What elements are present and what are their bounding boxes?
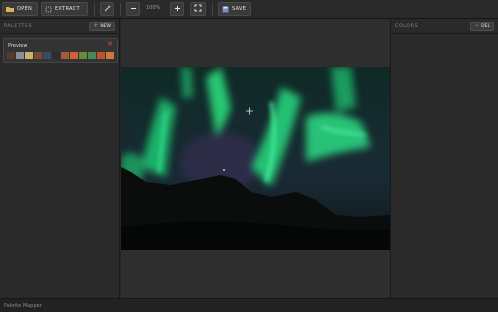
fit-to-screen-button[interactable] [190, 2, 206, 16]
fit-screen-icon [194, 4, 202, 14]
delete-label: Del [481, 23, 490, 29]
new-palette-button[interactable]: + New [89, 21, 115, 31]
palette-card[interactable]: Preview ✕ [3, 38, 118, 63]
zoom-level: 100% [146, 5, 161, 11]
color-picker-button[interactable] [100, 2, 114, 16]
aurora-photo [121, 67, 390, 250]
open-button[interactable]: Open [2, 2, 38, 16]
color-swatch[interactable] [34, 52, 42, 59]
save-button[interactable]: Save [218, 2, 251, 16]
toolbar-divider [212, 3, 213, 16]
folder-icon [6, 6, 14, 12]
palettes-panel: Palettes + New Preview ✕ [0, 19, 120, 298]
minus-icon [130, 5, 137, 14]
extract-button[interactable]: Extract [41, 2, 88, 16]
extract-label: Extract [55, 6, 80, 12]
toolbar-divider [94, 3, 95, 16]
color-swatch[interactable] [25, 52, 33, 59]
delete-color-button[interactable]: − Del [470, 21, 494, 31]
save-icon [222, 6, 229, 13]
color-swatch[interactable] [70, 52, 78, 59]
palettes-header: Palettes + New [0, 19, 119, 34]
open-label: Open [17, 6, 33, 12]
colors-header: Colors − Del [391, 19, 498, 34]
plus-icon: + [93, 22, 99, 29]
toolbar: Open Extract 100% Save [0, 0, 498, 19]
color-swatch[interactable] [97, 52, 105, 59]
minus-icon: − [474, 22, 480, 29]
zoom-out-button[interactable] [126, 2, 140, 16]
zoom-in-button[interactable] [170, 2, 184, 16]
color-swatch[interactable] [16, 52, 24, 59]
extract-icon [45, 6, 52, 13]
status-bar: Palette Mapper [0, 298, 498, 312]
palette-name: Preview [8, 43, 28, 49]
palette-swatches [7, 52, 114, 59]
colors-title: Colors [395, 23, 419, 29]
color-swatch[interactable] [79, 52, 87, 59]
colors-panel: Colors − Del [390, 19, 498, 298]
color-swatch[interactable] [52, 52, 60, 59]
color-swatch[interactable] [61, 52, 69, 59]
palettes-title: Palettes [4, 23, 33, 29]
color-swatch[interactable] [7, 52, 15, 59]
color-swatch[interactable] [106, 52, 114, 59]
plus-icon [174, 5, 181, 14]
close-icon[interactable]: ✕ [107, 40, 113, 48]
save-label: Save [232, 6, 247, 12]
new-label: New [100, 23, 111, 29]
color-swatch[interactable] [88, 52, 96, 59]
eyedropper-icon [104, 5, 111, 14]
image-canvas[interactable] [121, 19, 390, 298]
status-text: Palette Mapper [4, 303, 42, 309]
color-swatch[interactable] [43, 52, 51, 59]
toolbar-divider [120, 3, 121, 16]
